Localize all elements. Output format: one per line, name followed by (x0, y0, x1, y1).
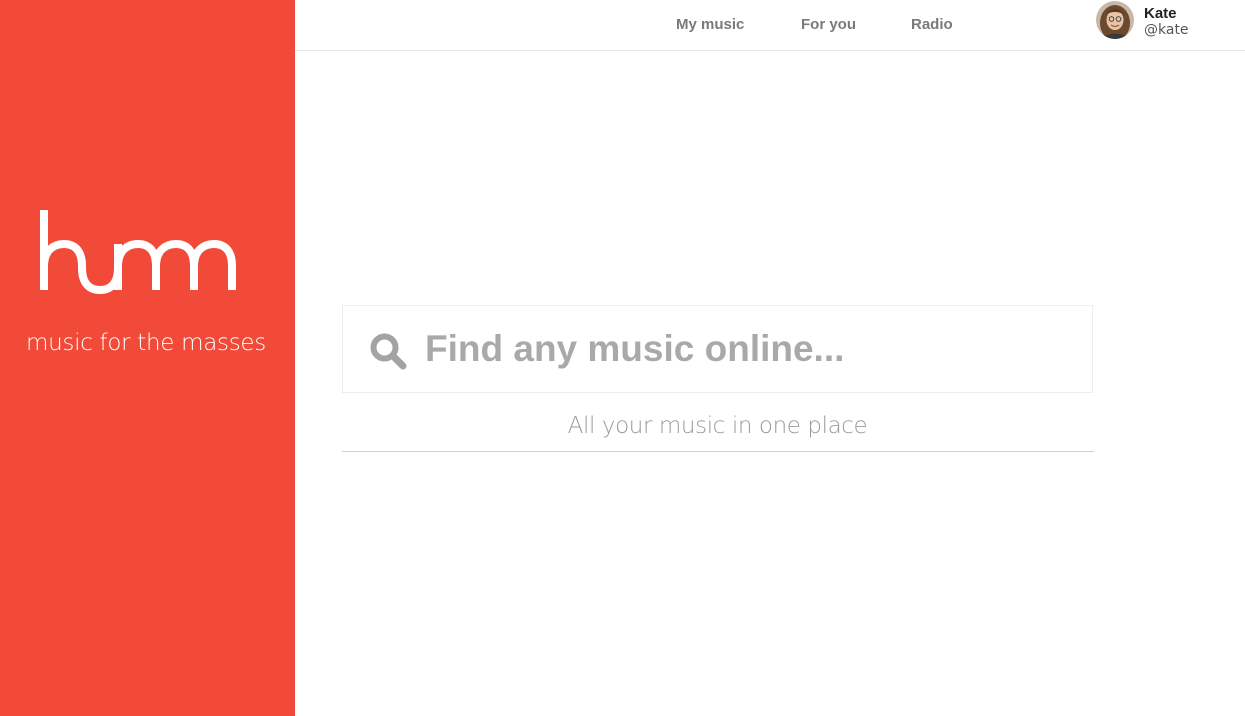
user-profile[interactable]: Kate @kate (1095, 0, 1245, 50)
user-name: Kate (1144, 5, 1177, 22)
nav-for-you[interactable]: For you (801, 16, 856, 33)
divider (342, 451, 1094, 452)
search-icon (370, 333, 407, 370)
nav-radio[interactable]: Radio (911, 16, 953, 33)
search-box[interactable] (342, 305, 1093, 393)
search-input[interactable] (425, 320, 1065, 378)
page-subtitle: All your music in one place (567, 413, 868, 439)
avatar[interactable] (1096, 1, 1134, 39)
tagline: music for the masses (26, 330, 266, 356)
user-handle: @kate (1144, 22, 1189, 38)
top-navigation: My music For you Radio Kate @kate (295, 0, 1245, 51)
brand-sidebar: music for the masses (0, 0, 295, 716)
nav-my-music[interactable]: My music (676, 16, 744, 33)
humm-logo[interactable] (38, 208, 252, 294)
